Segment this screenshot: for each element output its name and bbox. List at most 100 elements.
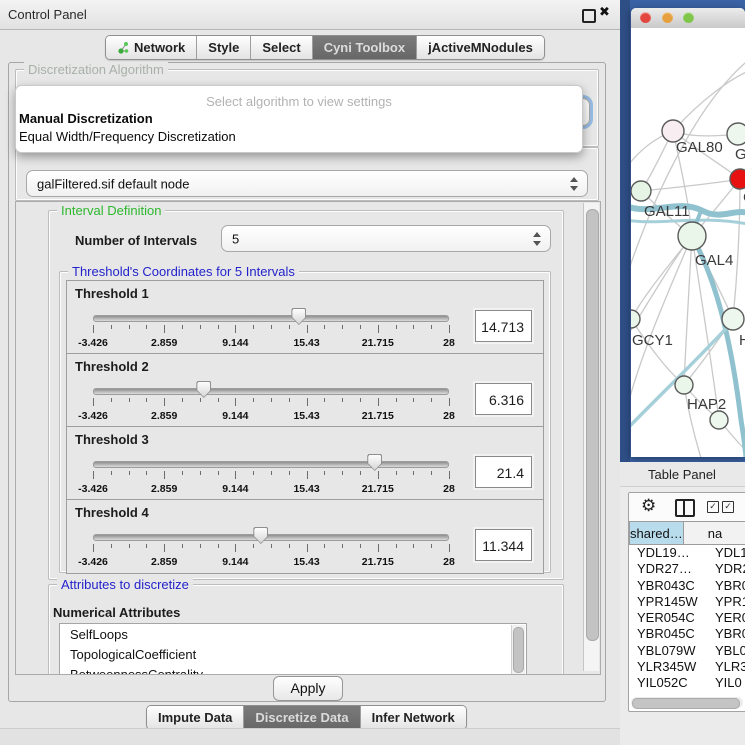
list-item[interactable]: TopologicalCoefficient bbox=[60, 644, 526, 664]
column-header-shared-name[interactable]: shared… bbox=[629, 521, 684, 545]
network-node-gcy1[interactable] bbox=[631, 310, 640, 328]
mac-minimize-icon[interactable] bbox=[662, 12, 673, 23]
table-row[interactable]: YBR043CYBR0 bbox=[629, 578, 745, 594]
table-horizontal-scrollbar[interactable] bbox=[631, 697, 743, 708]
float-window-icon[interactable] bbox=[582, 9, 596, 23]
network-node-hap2[interactable] bbox=[675, 376, 693, 394]
slider-track[interactable] bbox=[93, 315, 449, 322]
slider-thumb[interactable] bbox=[291, 308, 306, 325]
tick-mark bbox=[182, 325, 183, 329]
network-node-gal11[interactable] bbox=[631, 181, 651, 201]
tick-mark bbox=[146, 325, 147, 329]
tab-discretize-data[interactable]: Discretize Data bbox=[244, 706, 360, 729]
tick-mark bbox=[413, 325, 414, 329]
algorithm-dropdown-popup: Select algorithm to view settings Manual… bbox=[15, 85, 583, 153]
tick-mark bbox=[146, 398, 147, 402]
table-toolbar: ⚙ ✓ ✓ bbox=[629, 493, 745, 521]
apply-button[interactable]: Apply bbox=[273, 676, 343, 701]
checked-box-icon[interactable]: ✓ bbox=[707, 501, 719, 513]
network-graph: GAL80GACGAL11GAL4GCY1HHAP2 bbox=[631, 28, 745, 457]
tick-mark bbox=[396, 325, 397, 329]
network-edge bbox=[673, 70, 745, 131]
tab-infer-network[interactable]: Infer Network bbox=[361, 706, 466, 729]
scale-label: 28 bbox=[443, 483, 455, 495]
slider-thumb[interactable] bbox=[253, 527, 268, 544]
gear-icon[interactable]: ⚙ bbox=[641, 496, 656, 516]
tick-mark bbox=[342, 325, 343, 329]
table-row[interactable]: YBR045CYBR0 bbox=[629, 626, 745, 642]
table-row[interactable]: YLR345WYLR3 bbox=[629, 659, 745, 675]
column-header-name[interactable]: na bbox=[684, 521, 745, 545]
cell: YDL1 bbox=[711, 545, 745, 561]
network-node-c[interactable] bbox=[730, 169, 745, 189]
list-item[interactable]: SelfLoops bbox=[60, 624, 526, 644]
tick-mark bbox=[342, 398, 343, 402]
numerical-attributes-label: Numerical Attributes bbox=[53, 605, 180, 620]
scrollbar-thumb[interactable] bbox=[632, 698, 740, 709]
dropdown-placeholder-option[interactable]: Select algorithm to view settings bbox=[16, 94, 582, 109]
cell: YBL0 bbox=[711, 643, 745, 659]
split-columns-icon[interactable] bbox=[675, 499, 695, 517]
network-edge bbox=[631, 319, 684, 385]
table-row[interactable]: YIL052CYIL0 bbox=[629, 675, 745, 691]
threshold-label: Threshold 3 bbox=[75, 432, 149, 447]
threshold-4-slider[interactable]: -3.4262.8599.14415.4321.71528 bbox=[93, 530, 449, 570]
tab-impute-data[interactable]: Impute Data bbox=[147, 706, 244, 729]
list-scrollbar[interactable] bbox=[511, 625, 525, 675]
network-node-h[interactable] bbox=[722, 308, 744, 330]
scrollbar-thumb[interactable] bbox=[586, 209, 599, 641]
threshold-4-value-field[interactable]: 11.344 bbox=[475, 529, 532, 561]
table-row[interactable]: YER054CYER0 bbox=[629, 610, 745, 626]
tab-jactivemnodules[interactable]: jActiveMNodules bbox=[417, 36, 544, 59]
table-row[interactable]: YBL079WYBL0 bbox=[629, 643, 745, 659]
number-of-intervals-combobox[interactable]: 5 bbox=[221, 225, 551, 252]
table-data-combobox[interactable]: galFiltered.sif default node bbox=[26, 170, 588, 197]
table-row[interactable]: YDR27…YDR2 bbox=[629, 561, 745, 577]
network-canvas[interactable]: GAL80GACGAL11GAL4GCY1HHAP2 bbox=[631, 28, 745, 457]
tick-mark bbox=[307, 544, 308, 552]
slider-track[interactable] bbox=[93, 461, 449, 468]
checked-box-icon[interactable]: ✓ bbox=[722, 501, 734, 513]
slider-track[interactable] bbox=[93, 534, 449, 541]
tab-cyni-toolbox[interactable]: Cyni Toolbox bbox=[313, 36, 417, 59]
list-item[interactable]: BetweennessCentrality bbox=[60, 664, 526, 675]
tick-mark bbox=[396, 471, 397, 475]
threshold-4-panel: Threshold 4 -3.4262.8599.14415.4321.7152… bbox=[66, 499, 544, 574]
network-node[interactable] bbox=[710, 411, 728, 429]
close-icon[interactable]: ✖ bbox=[599, 5, 610, 20]
threshold-label: Threshold 4 bbox=[75, 505, 149, 520]
tick-mark bbox=[129, 544, 130, 548]
scale-label: 21.715 bbox=[362, 410, 394, 422]
tick-mark bbox=[253, 471, 254, 475]
threshold-3-value-field[interactable]: 21.4 bbox=[475, 456, 532, 488]
slider-thumb[interactable] bbox=[196, 381, 211, 398]
threshold-1-slider[interactable]: -3.4262.8599.14415.4321.71528 bbox=[93, 311, 449, 351]
mac-zoom-icon[interactable] bbox=[683, 12, 694, 23]
threshold-1-value-field[interactable]: 14.713 bbox=[475, 310, 532, 342]
slider-track[interactable] bbox=[93, 388, 449, 395]
threshold-2-slider[interactable]: -3.4262.8599.14415.4321.71528 bbox=[93, 384, 449, 424]
scale-label: -3.426 bbox=[78, 337, 108, 349]
dropdown-option-equal-width-frequency[interactable]: Equal Width/Frequency Discretization bbox=[19, 129, 236, 144]
threshold-2-value-field[interactable]: 6.316 bbox=[475, 383, 532, 415]
network-window-titlebar[interactable] bbox=[631, 8, 745, 29]
threshold-3-slider[interactable]: -3.4262.8599.14415.4321.71528 bbox=[93, 457, 449, 497]
tick-mark bbox=[289, 471, 290, 475]
tab-label: Discretize Data bbox=[255, 710, 348, 725]
dropdown-option-manual-discretization[interactable]: Manual Discretization bbox=[19, 111, 153, 126]
tab-style[interactable]: Style bbox=[197, 36, 251, 59]
table-row[interactable]: YPR145WYPR1 bbox=[629, 594, 745, 610]
settings-vertical-scrollbar[interactable] bbox=[583, 203, 599, 671]
tab-label: Infer Network bbox=[372, 710, 455, 725]
scrollbar-thumb[interactable] bbox=[513, 627, 524, 673]
tick-mark bbox=[235, 471, 236, 479]
table-rows: YDL19…YDL1 YDR27…YDR2 YBR043CYBR0 YPR145… bbox=[629, 545, 745, 697]
mac-close-icon[interactable] bbox=[640, 12, 651, 23]
network-node-ga[interactable] bbox=[727, 123, 745, 145]
tick-mark bbox=[111, 544, 112, 548]
table-row[interactable]: YDL19…YDL1 bbox=[629, 545, 745, 561]
tab-network[interactable]: Network bbox=[106, 36, 197, 59]
slider-thumb[interactable] bbox=[367, 454, 382, 471]
tab-select[interactable]: Select bbox=[251, 36, 312, 59]
network-node-gal4[interactable] bbox=[678, 222, 706, 250]
